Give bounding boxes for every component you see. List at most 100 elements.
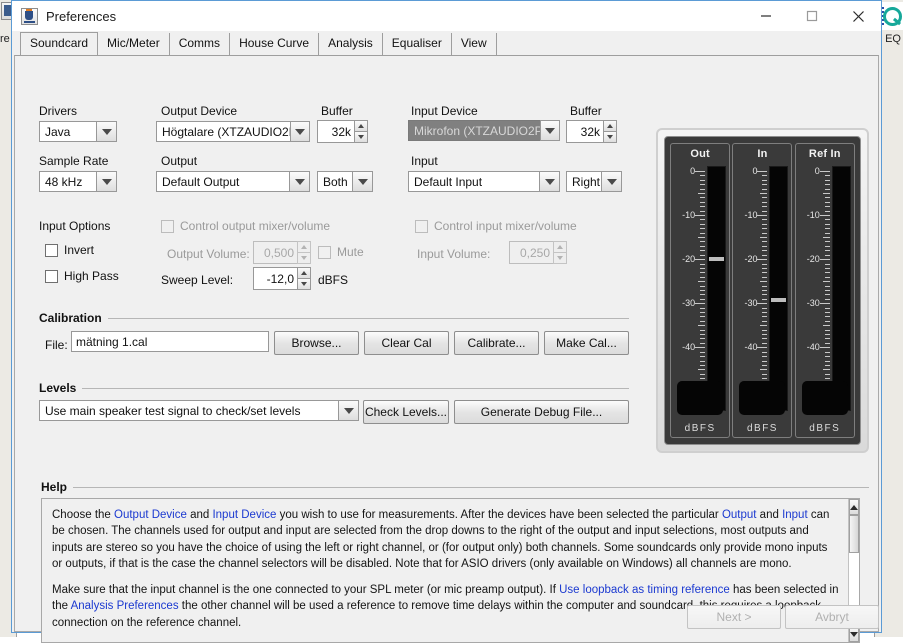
- meter-tick: [824, 289, 830, 291]
- meter-tick: [760, 325, 768, 327]
- calibration-file-input[interactable]: mätning 1.cal: [71, 331, 269, 352]
- calibrate-button[interactable]: Calibrate...: [454, 331, 539, 355]
- output-buffer-spinner[interactable]: 32k: [317, 120, 368, 143]
- cancel-button[interactable]: Avbryt: [785, 605, 879, 629]
- tab-house-curve[interactable]: House Curve: [230, 33, 320, 55]
- minimize-button[interactable]: [743, 1, 789, 31]
- scrollbar-thumb[interactable]: [849, 515, 859, 553]
- input-device-combobox[interactable]: Mikrofon (XTZAUDIO2P): [408, 120, 560, 141]
- background-left-label: re: [0, 33, 10, 45]
- checkbox-box: [161, 219, 174, 233]
- chevron-down-icon[interactable]: [539, 171, 560, 192]
- meter-tick: [824, 254, 830, 256]
- maximize-button[interactable]: [789, 1, 835, 31]
- meter-tick: [700, 320, 706, 322]
- meter-tick: [762, 201, 768, 203]
- tab-comms[interactable]: Comms: [169, 33, 231, 55]
- meter-tick: [824, 184, 830, 186]
- input-buffer-spinner[interactable]: 32k: [566, 120, 617, 143]
- output-device-combobox[interactable]: Högtalare (XTZAUDIO2P): [156, 121, 310, 142]
- meter-tick: [762, 210, 768, 212]
- meter-tick: [824, 197, 830, 199]
- help-link[interactable]: Output Device: [114, 509, 187, 521]
- meter-tick: [822, 192, 830, 194]
- meter-tick: [700, 312, 706, 314]
- meter-tick: [824, 201, 830, 203]
- drivers-combobox[interactable]: Java: [39, 121, 117, 142]
- title-bar[interactable]: Preferences: [12, 1, 881, 31]
- spinner-down-icon[interactable]: [603, 131, 617, 143]
- sample-rate-combobox[interactable]: 48 kHz: [39, 171, 117, 192]
- meter-tick: [762, 250, 768, 252]
- tab-bar[interactable]: Soundcard Mic/Meter Comms House Curve An…: [12, 31, 881, 55]
- meter-tick: [700, 342, 706, 344]
- chevron-down-icon[interactable]: [289, 171, 310, 192]
- spinner-down-icon[interactable]: [354, 131, 368, 143]
- meter-tick: [700, 184, 706, 186]
- help-link[interactable]: Input Device: [212, 509, 276, 521]
- checkbox-box: [415, 219, 428, 233]
- spinner-down-icon[interactable]: [297, 278, 311, 290]
- chevron-down-icon[interactable]: [96, 121, 117, 142]
- help-group-header: Help: [41, 480, 869, 494]
- meter-tick: [824, 188, 830, 190]
- tab-soundcard[interactable]: Soundcard: [20, 32, 99, 55]
- chevron-down-icon[interactable]: [338, 400, 359, 421]
- invert-checkbox[interactable]: Invert: [45, 243, 94, 257]
- meter-tick: [824, 351, 830, 353]
- meter-tick: [824, 219, 830, 221]
- meter-tick: [824, 250, 830, 252]
- meter-tick: [824, 360, 830, 362]
- chevron-down-icon[interactable]: [539, 120, 560, 141]
- meter-tick: [824, 276, 830, 278]
- input-options-label: Input Options: [39, 219, 111, 233]
- help-link[interactable]: Input: [782, 509, 808, 521]
- meter-out-title: Out: [690, 148, 710, 160]
- group-divider: [82, 387, 629, 389]
- meter-tick: [700, 307, 706, 309]
- input-combobox[interactable]: Default Input: [408, 171, 560, 192]
- meter-tick: [824, 329, 830, 331]
- high-pass-checkbox[interactable]: High Pass: [45, 269, 119, 283]
- output-channel-combobox[interactable]: Both: [317, 171, 373, 192]
- spinner-up-icon[interactable]: [354, 120, 368, 132]
- scroll-up-icon[interactable]: [849, 499, 859, 515]
- help-link[interactable]: Output: [722, 509, 757, 521]
- spinner-up-icon[interactable]: [603, 120, 617, 132]
- meter-tick: [824, 210, 830, 212]
- generate-debug-file-button[interactable]: Generate Debug File...: [454, 400, 629, 424]
- next-button[interactable]: Next >: [687, 605, 781, 629]
- meter-tick: [757, 170, 768, 172]
- help-title: Help: [41, 480, 68, 494]
- levels-selector-combobox[interactable]: Use main speaker test signal to check/se…: [39, 400, 359, 421]
- sweep-level-spinner[interactable]: -12,0: [253, 267, 311, 290]
- tab-equaliser[interactable]: Equaliser: [382, 33, 452, 55]
- chevron-down-icon[interactable]: [96, 171, 117, 192]
- tab-analysis[interactable]: Analysis: [319, 33, 383, 55]
- close-button[interactable]: [835, 1, 881, 31]
- input-channel-combobox[interactable]: Right: [566, 171, 622, 192]
- tab-mic-meter[interactable]: Mic/Meter: [98, 33, 170, 55]
- levels-selector-value: Use main speaker test signal to check/se…: [39, 400, 338, 421]
- calibration-file-label: File:: [45, 338, 68, 352]
- meter-tick: [762, 298, 768, 300]
- input-device-label: Input Device: [411, 104, 478, 118]
- meter-tick: [700, 360, 706, 362]
- check-levels-button[interactable]: Check Levels...: [363, 400, 449, 424]
- meter-tick: [700, 285, 706, 287]
- sample-rate-value: 48 kHz: [39, 171, 96, 192]
- checkbox-box: [318, 245, 331, 259]
- browse-button[interactable]: Browse...: [274, 331, 359, 355]
- input-volume-label: Input Volume:: [417, 247, 491, 261]
- meter-tick: [760, 237, 768, 239]
- chevron-down-icon[interactable]: [601, 171, 622, 192]
- make-cal-button[interactable]: Make Cal...: [544, 331, 629, 355]
- tab-view[interactable]: View: [451, 33, 497, 55]
- chevron-down-icon[interactable]: [290, 121, 310, 142]
- output-combobox[interactable]: Default Output: [156, 171, 310, 192]
- input-volume-spinner: 0,250: [509, 241, 567, 264]
- spinner-up-icon[interactable]: [297, 267, 311, 279]
- meter-tick: [757, 259, 768, 261]
- clear-cal-button[interactable]: Clear Cal: [364, 331, 449, 355]
- chevron-down-icon[interactable]: [352, 171, 373, 192]
